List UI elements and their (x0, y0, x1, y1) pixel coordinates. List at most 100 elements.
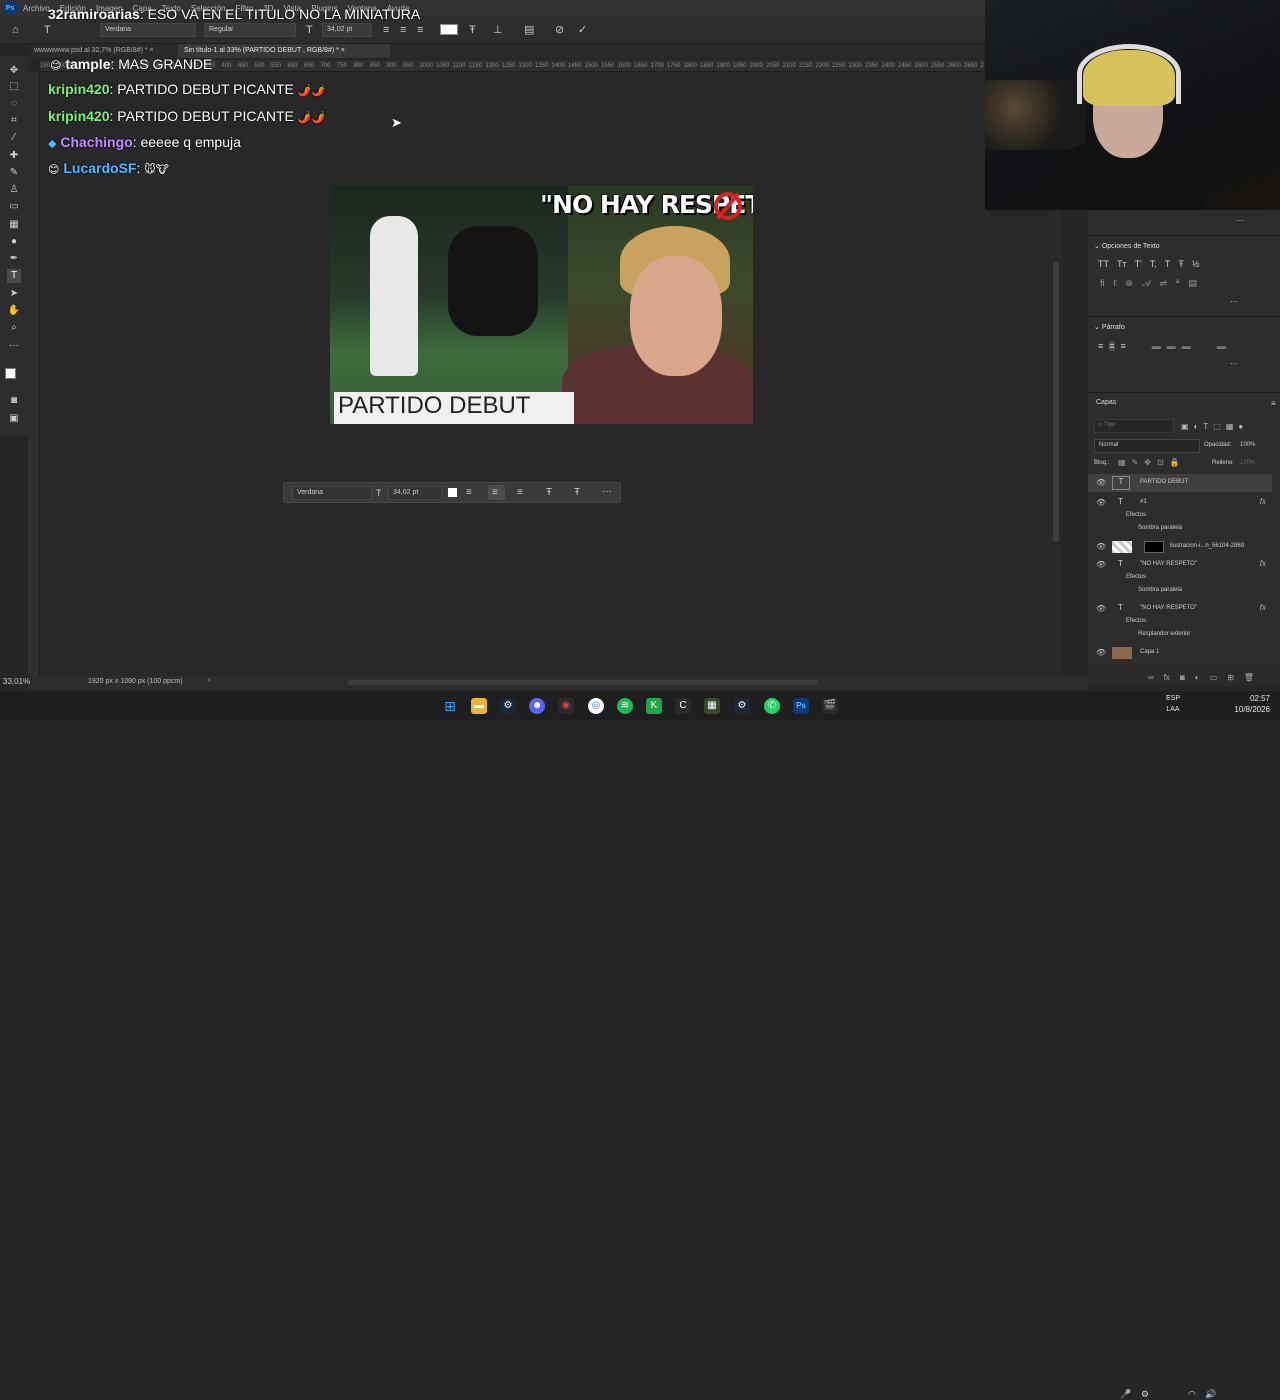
file-explorer-icon[interactable]: ▬ (471, 698, 487, 714)
fx-icon[interactable]: fx (1260, 497, 1266, 506)
photoshop-taskbar-icon[interactable]: Ps (793, 698, 809, 714)
add-style-icon[interactable]: fx (1164, 673, 1170, 686)
brush-tool-icon[interactable]: ✎ (7, 166, 21, 180)
more-options-icon[interactable]: ··· (1230, 359, 1238, 368)
commit-icon[interactable]: ✓ (578, 24, 587, 36)
ordinal-2-icon[interactable]: ª (1176, 278, 1179, 289)
align-right-icon[interactable]: ≡ (517, 487, 523, 499)
lock-move-icon[interactable]: ✥ (1144, 458, 1151, 467)
filter-shape-icon[interactable]: ⬚ (1213, 422, 1221, 431)
align-left-icon[interactable]: ≡ (383, 24, 389, 36)
ctx-size-select[interactable]: 34,02 pt (388, 486, 442, 500)
chrome-icon[interactable]: ◎ (588, 698, 604, 714)
kick-icon[interactable]: K (646, 698, 662, 714)
fraction-button[interactable]: ½ (1192, 259, 1200, 269)
subscript-button[interactable]: T, (1150, 259, 1157, 269)
all-caps-button[interactable]: TT (1098, 259, 1109, 269)
network-icon[interactable]: ⚙ (1141, 1389, 1149, 1400)
home-icon[interactable]: ⌂ (12, 24, 19, 36)
underline-button[interactable]: T (1165, 259, 1171, 269)
blend-mode-select[interactable]: Normal (1094, 439, 1200, 453)
align-center-icon[interactable]: ≡ (1109, 341, 1115, 351)
wifi-icon[interactable]: ◠ (1188, 1389, 1196, 1400)
superscript-button[interactable]: T' (1135, 259, 1142, 269)
character-panel-icon[interactable]: ▤ (524, 24, 534, 36)
swash-icon[interactable]: ⊛ (1125, 278, 1133, 289)
stamp-tool-icon[interactable]: ♙ (7, 183, 21, 197)
warp-text-icon[interactable]: Ŧ (546, 487, 552, 499)
align-left-icon[interactable]: ≡ (1098, 341, 1103, 351)
ccleaner-icon[interactable]: C (675, 698, 691, 714)
ctx-color-swatch[interactable] (448, 488, 457, 497)
justify-all-icon[interactable]: ▬ (1217, 341, 1226, 351)
gradient-tool-icon[interactable]: ▦ (7, 218, 21, 232)
ordinal-icon[interactable]: ℓ (1114, 278, 1117, 289)
layer-row[interactable]: 👁 ilustracion-i...n_56104-2869 (1088, 538, 1272, 556)
marquee-tool-icon[interactable]: ⬚ (7, 80, 21, 94)
ctx-font-select[interactable]: Verdana (292, 486, 372, 500)
fx-icon[interactable]: fx (1260, 559, 1266, 568)
foreground-color-swatch[interactable] (5, 368, 16, 379)
crop-tool-icon[interactable]: ⌗ (7, 114, 21, 128)
windows-start-icon[interactable]: ⊞ (442, 698, 458, 714)
small-caps-button[interactable]: Tт (1117, 259, 1127, 269)
more-tools-icon[interactable]: ··· (7, 339, 21, 353)
caption-text[interactable]: PARTIDO DEBUT (334, 392, 574, 424)
chevron-down-icon[interactable]: ⌄ (1094, 324, 1102, 331)
thumbnail-document[interactable]: "NO HAY RESPETO PARTIDO DEBUT (330, 186, 753, 424)
lock-all-icon[interactable]: 🔒 (1170, 458, 1180, 467)
visibility-icon[interactable]: 👁 (1096, 648, 1106, 657)
add-mask-icon[interactable]: ◙ (1180, 673, 1185, 686)
layer-row[interactable]: 👁 Capa 1 (1088, 644, 1272, 662)
whatsapp-icon[interactable]: ✆ (764, 698, 780, 714)
text-case-icon[interactable]: Ŧ (574, 487, 580, 499)
opacity-value[interactable]: 100% (1240, 442, 1255, 448)
lock-transparent-icon[interactable]: ▦ (1118, 458, 1126, 467)
ligature-icon[interactable]: ﬁ (1100, 278, 1105, 289)
warp-text-icon[interactable]: Ŧ (469, 24, 476, 36)
align-left-icon[interactable]: ≡ (466, 487, 472, 499)
justify-left-icon[interactable]: ▬ (1152, 341, 1161, 351)
align-right-icon[interactable]: ≡ (1121, 341, 1126, 351)
more-options-icon[interactable]: ··· (602, 486, 612, 498)
quick-mask-icon[interactable]: ◙ (7, 394, 21, 408)
volume-icon[interactable]: 🔊 (1205, 1389, 1216, 1400)
cancel-icon[interactable]: ⊘ (555, 24, 564, 36)
fill-value[interactable]: 100% (1240, 460, 1255, 466)
visibility-icon[interactable]: 👁 (1096, 478, 1106, 487)
pen-tool-icon[interactable]: ✒ (7, 252, 21, 266)
mic-icon[interactable]: 🎤 (1120, 1389, 1131, 1400)
align-right-icon[interactable]: ≡ (417, 24, 423, 36)
path-select-tool-icon[interactable]: ➤ (7, 287, 21, 301)
align-center-icon[interactable]: ≡ (400, 24, 406, 36)
layer-row[interactable]: 👁 T PARTIDO DEBUT (1088, 474, 1272, 492)
more-options-icon[interactable]: ··· (1230, 297, 1238, 306)
lasso-tool-icon[interactable]: ◌ (7, 97, 21, 111)
clock[interactable]: 02:57 10/8/2026 (1228, 693, 1270, 715)
scrollbar-thumb[interactable] (1053, 262, 1059, 542)
healing-tool-icon[interactable]: ✚ (7, 149, 21, 163)
steam-2-icon[interactable]: ⚙ (734, 698, 750, 714)
hand-tool-icon[interactable]: ✋ (7, 304, 21, 318)
type-tool-icon[interactable]: T (7, 269, 21, 283)
text-color-swatch[interactable] (440, 24, 458, 35)
layer-effect-row[interactable]: Sombra paralela (1088, 523, 1272, 535)
panel-menu-icon[interactable]: ≡ (1271, 399, 1276, 408)
delete-layer-icon[interactable]: 🗑 (1244, 673, 1254, 686)
visibility-icon[interactable]: 👁 (1096, 560, 1106, 569)
visibility-icon[interactable]: 👁 (1096, 604, 1106, 613)
justify-right-icon[interactable]: ▬ (1182, 341, 1191, 351)
eyedropper-tool-icon[interactable]: ⁄ (7, 131, 21, 145)
filter-smart-icon[interactable]: ▦ (1226, 422, 1234, 431)
recorder-icon[interactable]: ◉ (558, 698, 574, 714)
filter-image-icon[interactable]: ▣ (1181, 422, 1189, 431)
new-layer-icon[interactable]: ⊞ (1227, 673, 1234, 686)
zoom-tool-icon[interactable]: ⌕ (7, 321, 21, 335)
menu-archivo[interactable]: Archivo (23, 4, 50, 13)
steam-icon[interactable]: ⚙ (500, 698, 516, 714)
more-options-icon[interactable]: ··· (1236, 216, 1244, 225)
screen-mode-icon[interactable]: ▣ (7, 412, 21, 426)
link-layers-icon[interactable]: ∞ (1148, 673, 1154, 686)
contextual-icon[interactable]: ▤ (1188, 278, 1197, 289)
lock-paint-icon[interactable]: ✎ (1132, 458, 1139, 467)
